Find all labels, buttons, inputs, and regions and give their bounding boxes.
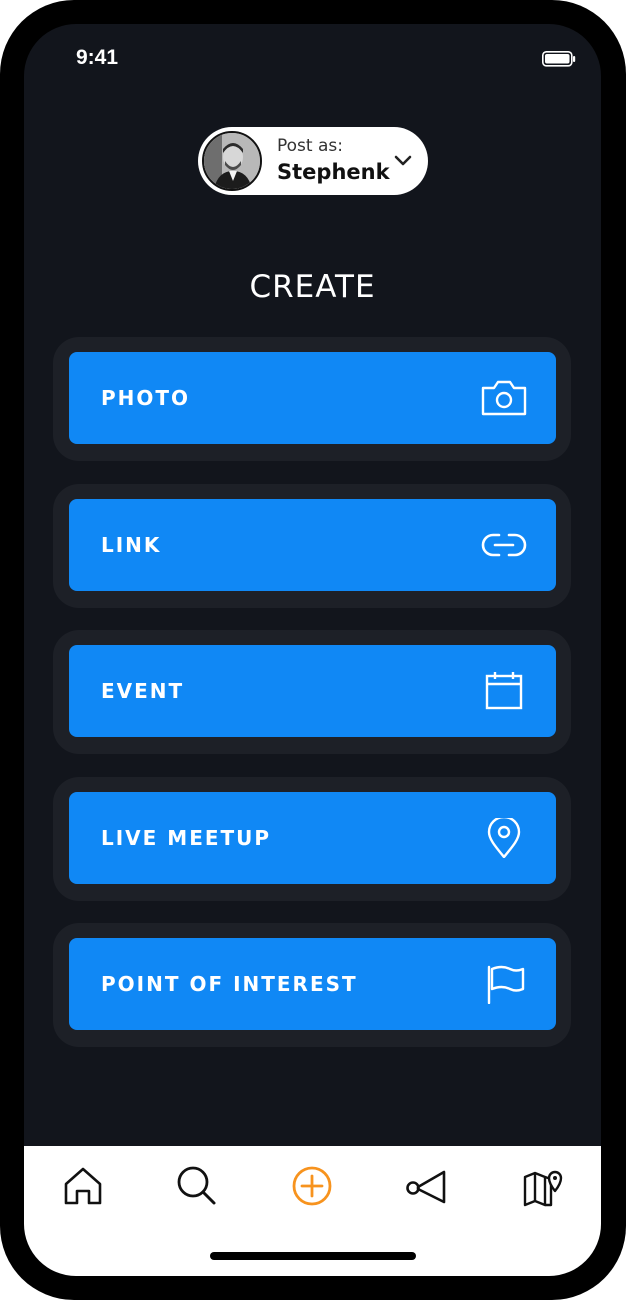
link-icon [481, 533, 527, 557]
post-as-selector[interactable]: Post as: Stephenk [198, 127, 428, 195]
megaphone-icon[interactable] [404, 1164, 448, 1208]
location-pin-icon [487, 818, 521, 858]
point-of-interest-button[interactable]: POINT OF INTEREST [69, 938, 556, 1030]
post-as-name: Stephenk [277, 160, 390, 184]
option-card-point-of-interest: POINT OF INTEREST [53, 923, 571, 1047]
photo-button[interactable]: PHOTO [69, 352, 556, 444]
point-of-interest-label: POINT OF INTEREST [101, 972, 358, 996]
bottom-tab-bar [24, 1146, 601, 1276]
phone-frame: 9:41 Post as: Stephenk CREATE PHOTO LINK… [0, 0, 626, 1300]
event-button[interactable]: EVENT [69, 645, 556, 737]
avatar [202, 131, 262, 191]
option-card-photo: PHOTO [53, 337, 571, 461]
camera-icon [481, 380, 527, 416]
home-indicator [210, 1252, 416, 1260]
avatar-image [204, 133, 260, 189]
status-time: 9:41 [76, 46, 119, 69]
home-icon[interactable] [61, 1164, 105, 1208]
map-pin-icon[interactable] [522, 1164, 566, 1208]
chevron-down-icon [394, 155, 412, 166]
search-icon[interactable] [174, 1164, 218, 1208]
calendar-icon [485, 672, 523, 710]
link-button[interactable]: LINK [69, 499, 556, 591]
battery-icon [542, 51, 576, 67]
app-screen: 9:41 Post as: Stephenk CREATE PHOTO LINK… [24, 24, 601, 1276]
option-card-event: EVENT [53, 630, 571, 754]
post-as-label: Post as: [277, 136, 343, 156]
live-meetup-button[interactable]: LIVE MEETUP [69, 792, 556, 884]
photo-label: PHOTO [101, 386, 191, 410]
flag-icon [487, 965, 525, 1004]
event-label: EVENT [101, 679, 185, 703]
add-circle-icon[interactable] [290, 1164, 334, 1208]
option-card-live-meetup: LIVE MEETUP [53, 777, 571, 901]
option-card-link: LINK [53, 484, 571, 608]
live-meetup-label: LIVE MEETUP [101, 826, 272, 850]
link-label: LINK [101, 533, 162, 557]
page-title: CREATE [249, 269, 376, 305]
